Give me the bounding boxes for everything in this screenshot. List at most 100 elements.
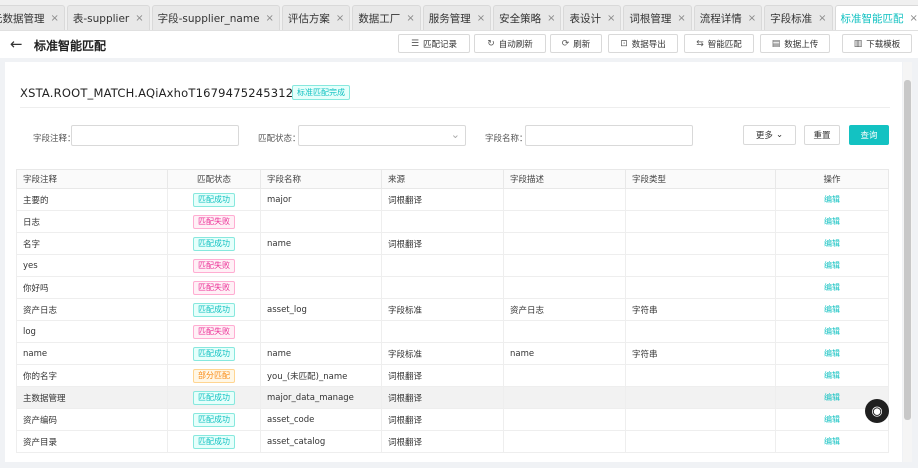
table-row[interactable]: 资产目录 匹配成功 asset_catalog 词根翻译 编辑: [16, 430, 889, 453]
cell-name: you_(未匹配)_name: [260, 364, 382, 387]
cell-type: [625, 232, 776, 255]
cell-type: 字符串: [625, 342, 776, 365]
column-header: 字段类型: [625, 169, 776, 189]
column-header: 匹配状态: [167, 169, 261, 189]
chevron-down-icon: ⌄: [775, 130, 784, 140]
tab-5[interactable]: 服务管理 ×: [422, 5, 492, 30]
column-header: 操作: [775, 169, 889, 189]
close-icon[interactable]: ×: [748, 13, 756, 24]
field-comment-input[interactable]: [71, 125, 239, 146]
status-cell: 匹配成功: [167, 232, 261, 255]
edit-link[interactable]: 编辑: [824, 217, 840, 226]
table-row[interactable]: 日志 匹配失败 编辑: [16, 210, 889, 233]
toolbar-button-label: 自动刷新: [498, 39, 533, 50]
edit-link[interactable]: 编辑: [824, 437, 840, 446]
close-icon[interactable]: ×: [677, 13, 685, 24]
edit-link[interactable]: 编辑: [824, 195, 840, 204]
table-row[interactable]: 名字 匹配成功 name 词根翻译 编辑: [16, 232, 889, 255]
table-row[interactable]: 资产编码 匹配成功 asset_code 词根翻译 编辑: [16, 408, 889, 431]
tab-2[interactable]: 字段-supplier_name ×: [151, 5, 280, 30]
tab-label: 词根管理: [629, 12, 672, 25]
match-status-tag: 匹配成功: [193, 302, 235, 317]
page-header: ← 标准智能匹配 ☰ 匹配记录 ↻ 自动刷新 ⟳ 刷新 ⊡ 数据导出 ⇆ 智能匹配 ▤ 数据上传 ▥ 下载…: [0, 31, 918, 58]
toolbar-button-5[interactable]: ▤ 数据上传: [760, 34, 830, 53]
cell-source: 词根翻译: [381, 386, 504, 409]
close-icon[interactable]: ×: [477, 13, 485, 24]
toolbar-button-3[interactable]: ⊡ 数据导出: [608, 34, 678, 53]
tab-4[interactable]: 数据工厂 ×: [352, 5, 421, 30]
table-row[interactable]: name 匹配成功 name 字段标准 name 字符串 编辑: [16, 342, 889, 365]
toolbar-button-4[interactable]: ⇆ 智能匹配: [684, 34, 754, 53]
toolbar-button-label: 数据导出: [631, 39, 666, 50]
table-row[interactable]: 资产日志 匹配成功 asset_log 字段标准 资产日志 字符串 编辑: [16, 298, 889, 321]
cell-type: [625, 276, 776, 299]
tab-7[interactable]: 表设计 ×: [563, 5, 622, 30]
toolbar-button-label: 智能匹配: [707, 39, 742, 50]
more-button[interactable]: 更多 ⌄: [743, 125, 796, 145]
query-button[interactable]: 查询: [849, 125, 889, 145]
main-card: XSTA.ROOT_MATCH.AQiAxhoT1679475245312 标准…: [5, 62, 902, 462]
close-icon[interactable]: ×: [406, 13, 414, 24]
tab-label: 表-supplier: [72, 12, 130, 25]
edit-link[interactable]: 编辑: [824, 327, 840, 336]
close-icon[interactable]: ×: [547, 13, 555, 24]
chevron-down-icon: ⌄: [450, 128, 460, 141]
table-row[interactable]: 你好吗 匹配失败 编辑: [16, 276, 889, 299]
page-title: 标准智能匹配: [34, 39, 107, 53]
edit-link[interactable]: 编辑: [824, 371, 840, 380]
edit-link[interactable]: 编辑: [824, 261, 840, 270]
toolbar-button-1[interactable]: ↻ 自动刷新: [474, 34, 546, 53]
close-icon[interactable]: ×: [818, 13, 826, 24]
cell-name: [260, 320, 382, 343]
tab-label: 字段-supplier_name: [157, 12, 260, 25]
table-row[interactable]: 主要的 匹配成功 major 词根翻译 编辑: [16, 188, 889, 211]
field-name-input[interactable]: [525, 125, 693, 146]
table-row[interactable]: yes 匹配失败 编辑: [16, 254, 889, 277]
close-icon[interactable]: ×: [607, 13, 615, 24]
close-icon[interactable]: ×: [336, 13, 344, 24]
edit-link[interactable]: 编辑: [824, 305, 840, 314]
match-status-select[interactable]: ⌄: [298, 125, 466, 146]
status-badge: 标准匹配完成: [292, 85, 350, 100]
close-icon[interactable]: ×: [135, 13, 143, 24]
cell-type: [625, 386, 776, 409]
edit-link[interactable]: 编辑: [824, 283, 840, 292]
tab-9[interactable]: 流程详情 ×: [693, 5, 763, 30]
match-status-tag: 匹配成功: [193, 192, 235, 207]
toolbar-button-2[interactable]: ⟳ 刷新: [550, 34, 602, 53]
scrollbar-thumb[interactable]: [904, 80, 911, 420]
close-icon[interactable]: ×: [266, 13, 274, 24]
tab-10[interactable]: 字段标准 ×: [764, 5, 833, 30]
back-arrow-icon[interactable]: ←: [10, 35, 23, 53]
floating-assistant-button[interactable]: ◉: [865, 399, 889, 423]
cell-operation: 编辑: [775, 364, 889, 387]
tab-11[interactable]: 标准智能匹配 ×: [834, 5, 918, 30]
status-cell: 匹配成功: [167, 408, 261, 431]
cell-desc: [503, 210, 626, 233]
cell-desc: [503, 276, 626, 299]
tab-8[interactable]: 词根管理 ×: [623, 5, 692, 30]
edit-link[interactable]: 编辑: [824, 239, 840, 248]
status-cell: 匹配成功: [167, 386, 261, 409]
edit-link[interactable]: 编辑: [824, 393, 840, 402]
close-icon[interactable]: ×: [51, 13, 59, 24]
table-row[interactable]: 主数据管理 匹配成功 major_data_manage 词根翻译 编辑: [16, 386, 889, 409]
toolbar-button-6[interactable]: ▥ 下载模板: [842, 34, 912, 53]
close-icon[interactable]: ×: [910, 13, 918, 24]
tab-3[interactable]: 评估方案 ×: [281, 5, 351, 30]
reset-button[interactable]: 重置: [804, 125, 840, 145]
cell-type: 字符串: [625, 298, 776, 321]
match-status-tag: 匹配失败: [193, 258, 235, 273]
edit-link[interactable]: 编辑: [824, 415, 840, 424]
table-row[interactable]: 你的名字 部分匹配 you_(未匹配)_name 词根翻译 编辑: [16, 364, 889, 387]
tab-0[interactable]: 元数据管理 ×: [0, 5, 65, 30]
edit-link[interactable]: 编辑: [824, 349, 840, 358]
tab-6[interactable]: 安全策略 ×: [493, 5, 562, 30]
match-status-tag: 匹配成功: [193, 346, 235, 361]
table-row[interactable]: log 匹配失败 编辑: [16, 320, 889, 343]
toolbar-button-0[interactable]: ☰ 匹配记录: [398, 34, 470, 53]
cell-name: major_data_manage: [260, 386, 382, 409]
cell-type: [625, 254, 776, 277]
status-cell: 匹配成功: [167, 188, 261, 211]
tab-1[interactable]: 表-supplier ×: [66, 5, 150, 30]
